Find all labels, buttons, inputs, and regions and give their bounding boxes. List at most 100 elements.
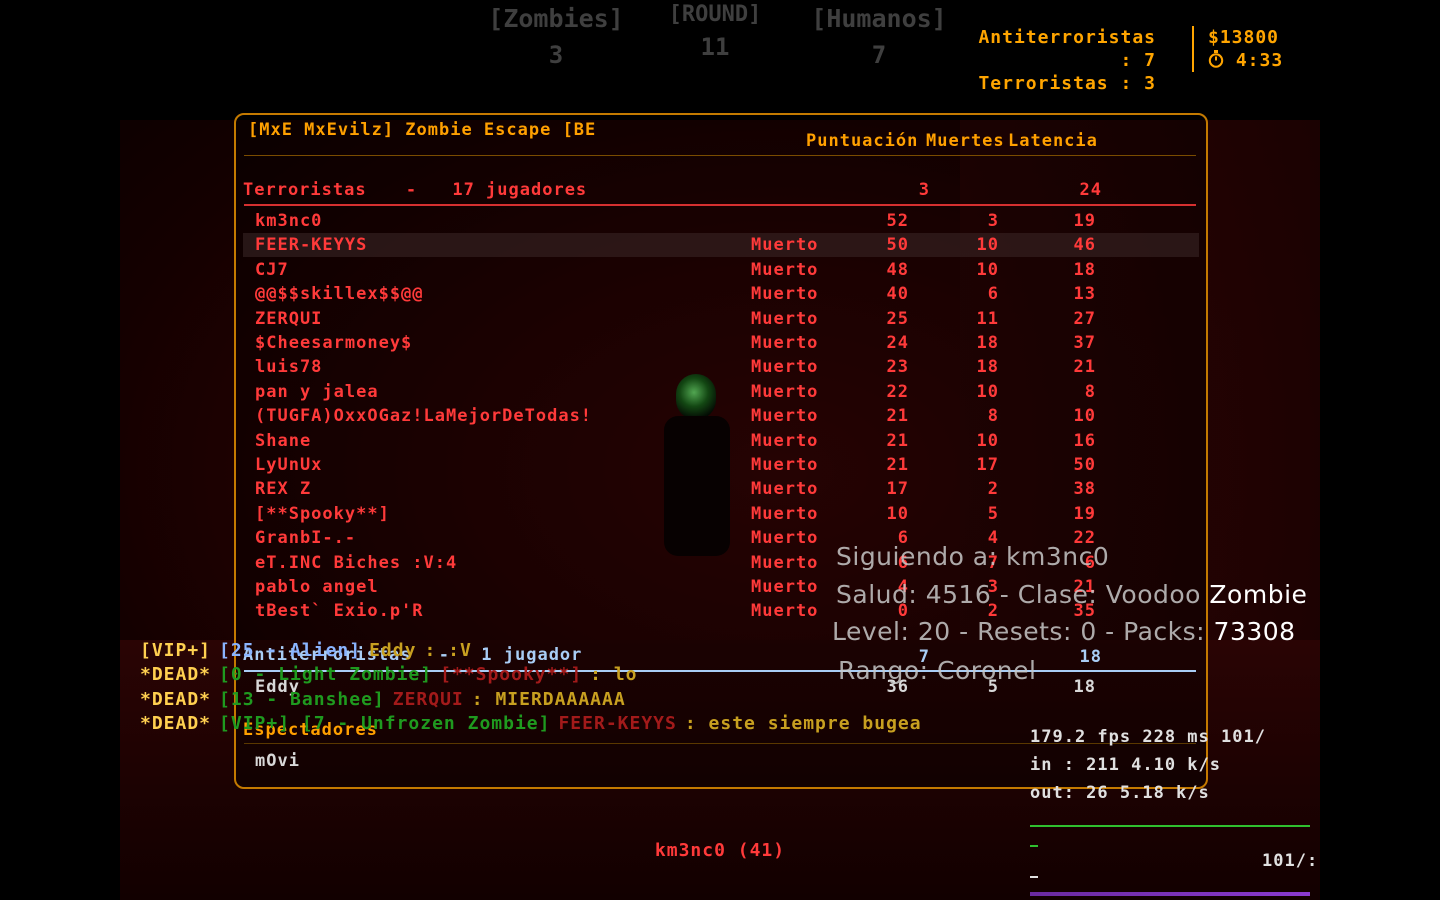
deaths-column-header: Muertes [926,131,1005,151]
player-deaths: 10 [976,430,999,451]
player-name: pan y jalea [255,381,379,402]
zombies-label: [Zombies] [488,4,624,33]
player-latency: 37 [1073,333,1096,353]
player-score: 23 [886,357,909,378]
player-deaths: 18 [976,357,999,378]
chat-name: ZERQUI [392,688,464,710]
player-latency: 13 [1073,284,1096,305]
player-row: REX Z Muerto 17 2 38 [243,477,1199,501]
player-name: luis78 [255,357,323,378]
player-status: Muerto [751,601,819,622]
chat-prefix: [VIP+] [140,640,212,661]
netgraph-fps: 179.2 fps 228 ms 101/ [1030,727,1266,747]
chat-prefix: *DEAD* [140,713,212,735]
target-level-info: Level: 20 - Resets: 0 - Packs: 73308 [832,617,1296,646]
chat-message: : lo [590,664,638,686]
netgraph-out: out: 26 5.18 k/s [1030,783,1210,803]
player-status: Muerto [751,552,819,573]
terrorists-divider [244,204,1196,206]
crosshair-target-name: km3nc0 (41) [654,840,786,861]
round-counter: [ROUND] 11 [660,2,770,61]
player-score: 10 [886,503,909,524]
chat-message: : :V [424,640,472,661]
terrorists-team-latency: 24 [1079,180,1102,200]
chat-name: [**Spooky**] [440,664,583,686]
class-highlight: Zombie [1209,580,1308,609]
player-deaths: 3 [987,211,999,231]
player-score: 24 [886,333,909,353]
player-score: 25 [886,308,909,329]
player-score: 48 [886,259,909,280]
terrorists-team-header: Terroristas - 17 jugadores [243,180,587,200]
player-score: 50 [886,235,909,256]
player-name: LyUnUx [255,455,323,475]
player-latency: 38 [1073,479,1096,500]
chat-name: Eddy [369,640,417,661]
player-status: Muerto [751,455,819,475]
player-deaths: 2 [987,479,999,500]
player-score: 21 [886,430,909,451]
player-status: Muerto [751,528,819,549]
player-row: CJ7 Muerto 48 10 18 [243,258,1199,282]
chat-line: *DEAD* [0 - Light Zombie] [**Spooky**]: lo [140,664,646,685]
player-score: 52 [886,211,909,231]
humans-counter: [Humanos] 7 [806,4,952,69]
chat-tag: [VIP+] [7 - Unfrozen Zombie] [219,713,551,735]
player-name: mOvi [255,751,300,771]
player-status: Muerto [751,503,819,524]
terrorists-dash: - [405,180,418,200]
player-status: Muerto [751,479,819,500]
player-row: [**Spooky**] Muerto 10 5 19 [243,502,1199,526]
chat-tag: [13 - Banshee] [219,688,385,710]
player-row: Shane Muerto 21 10 16 [243,429,1199,453]
player-status: Muerto [751,406,819,427]
player-deaths: 5 [987,503,999,524]
health-class-text: Salud: 4516 - Clase: Voodoo [836,580,1201,609]
money-value: $13800 [1208,27,1280,48]
latency-column-header: Latencia [1008,131,1098,151]
player-status: Muerto [751,577,819,597]
zombies-counter: [Zombies] 3 [486,4,626,69]
target-health-class: Salud: 4516 - Clase: Voodoo Zombie [836,580,1307,609]
chat-name: FEER-KEYYS [558,713,677,735]
player-deaths: 10 [976,259,999,280]
player-deaths: 17 [976,455,999,475]
ct-team-latency: 18 [1079,647,1102,667]
ct-count: 1 jugador [481,645,583,665]
player-status: Muerto [751,357,819,378]
netgraph-line [1030,825,1310,827]
player-latency: 18 [1073,259,1096,280]
chat-line: [VIP+] [25 - Alien] Eddy: :V [140,640,480,661]
header-divider [244,155,1196,156]
timer-value: 4:33 [1235,50,1284,71]
player-latency: 21 [1073,357,1096,378]
target-rank: Rango: Coronel [838,656,1037,685]
ct-score-line: Antiterroristas : 7 [978,27,1156,71]
player-latency: 18 [1073,677,1096,697]
chat-line: *DEAD* [13 - Banshee] ZERQUI: MIERDAAAAAA [140,689,634,710]
team-score-summary: Antiterroristas : 7 Terroristas : 3 [960,26,1156,95]
top-right-hud: Antiterroristas : 7 Terroristas : 3 $138… [960,26,1320,94]
level-text: Level: 20 - Resets: 0 - Packs: [832,617,1206,646]
player-name: CJ7 [255,259,289,280]
player-score: 21 [886,455,909,475]
packs-value: 73308 [1213,617,1296,646]
player-name: $Cheesarmoney$ [255,333,413,353]
player-latency: 19 [1073,503,1096,524]
netgraph-in: in : 211 4.10 k/s [1030,755,1221,775]
player-row: FEER-KEYYS Muerto 50 10 46 [243,233,1199,258]
netgraph-tick [1030,845,1038,847]
humans-count: 7 [871,41,887,69]
player-row: luis78 Muerto 23 18 21 [243,355,1199,379]
chat-prefix: *DEAD* [140,664,212,686]
player-name: Shane [255,430,312,451]
player-row: LyUnUx Muerto 21 17 50 [243,453,1199,477]
score-column-header: Puntuación [806,131,919,151]
player-deaths: 8 [987,406,999,427]
chat-prefix: *DEAD* [140,688,212,710]
player-score: 17 [886,479,909,500]
player-row: pan y jalea Muerto 22 10 8 [243,380,1199,404]
player-latency: 10 [1073,406,1096,427]
player-name: tBest` Exio.p'R [255,601,424,622]
player-latency: 8 [1084,381,1096,402]
